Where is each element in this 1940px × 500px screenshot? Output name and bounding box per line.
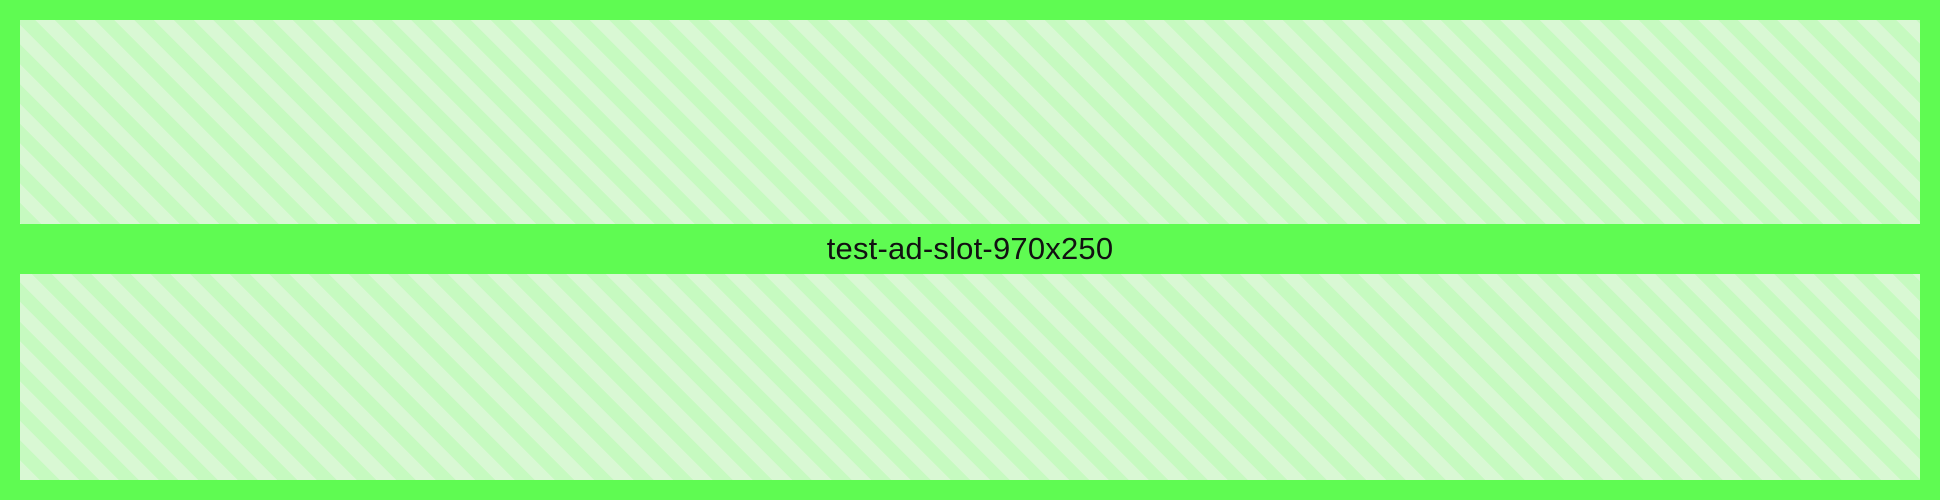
ad-label-bar: test-ad-slot-970x250 xyxy=(20,224,1920,274)
test-ad-slot[interactable]: test-ad-slot-970x250 xyxy=(0,0,1940,500)
ad-slot-label: test-ad-slot-970x250 xyxy=(826,231,1114,266)
